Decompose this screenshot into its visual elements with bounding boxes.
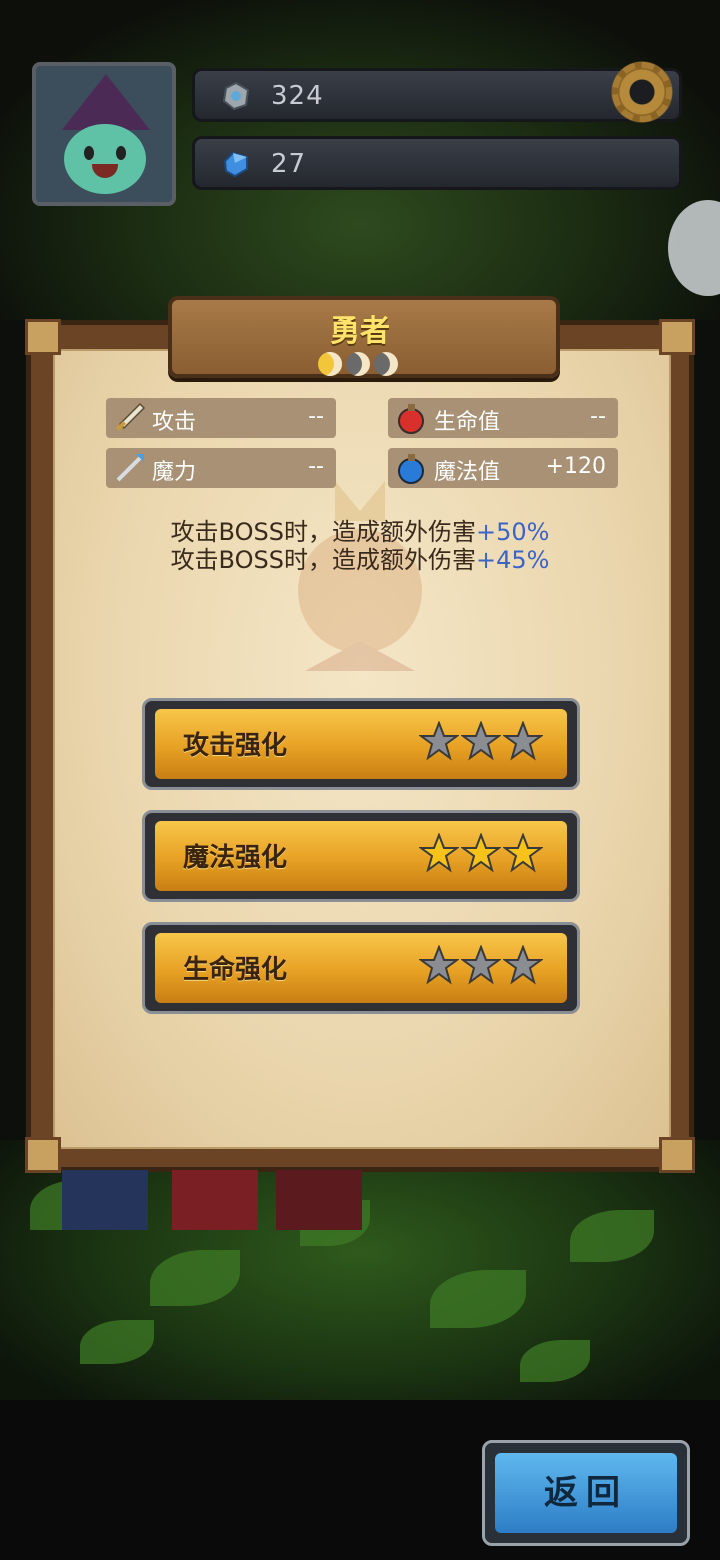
upgrade-label: 魔法强化	[183, 843, 288, 873]
blue-potion-icon	[398, 454, 424, 484]
effect-text: 攻击BOSS时，造成额外伤害	[170, 546, 476, 574]
upgrade-label: 生命强化	[183, 955, 288, 985]
stone-resource-bar: 324	[192, 68, 682, 122]
back-button[interactable]: 返回	[482, 1440, 690, 1546]
panel-corner	[659, 1137, 695, 1173]
star-empty-icon	[503, 721, 543, 761]
sword-icon	[116, 402, 146, 431]
player-avatar[interactable]	[32, 62, 176, 206]
upgrade-label: 攻击强化	[183, 731, 288, 761]
red-potion-icon	[398, 404, 424, 434]
stone-icon	[222, 81, 250, 111]
tab-banner[interactable]	[62, 1170, 148, 1230]
tab-banner[interactable]	[276, 1170, 362, 1230]
stat-attack-value: --	[308, 404, 324, 429]
star-empty-icon	[419, 721, 459, 761]
star-filled-icon	[461, 833, 501, 873]
back-button-label: 返回	[544, 1473, 628, 1513]
star-filled-icon	[503, 833, 543, 873]
stat-hp-label: 生命值	[434, 410, 501, 435]
hero-title: 勇者	[330, 314, 390, 349]
dragon-crest-emblem-icon	[298, 481, 422, 671]
upgrade-stars	[417, 721, 543, 765]
panel-corner	[659, 319, 695, 355]
star-empty-icon	[461, 721, 501, 761]
stat-attack: 攻击 --	[106, 398, 336, 438]
star-empty-icon	[503, 945, 543, 985]
stat-mp-label: 魔法值	[434, 460, 501, 485]
stat-hp: 生命值 --	[388, 398, 618, 438]
star-empty-icon	[461, 945, 501, 985]
attack-upgrade-button[interactable]: 攻击强化	[142, 698, 580, 790]
stat-magic-power-value: --	[308, 454, 324, 479]
slime-face-icon	[64, 124, 146, 194]
hp-upgrade-button[interactable]: 生命强化	[142, 922, 580, 1014]
effect-value: +45%	[475, 546, 550, 574]
stone-count: 324	[271, 81, 324, 111]
gem-count: 27	[271, 149, 307, 179]
panel-corner	[25, 1137, 61, 1173]
stat-magic-power: 魔力 --	[106, 448, 336, 488]
upgrade-stars	[417, 945, 543, 989]
panel-corner	[25, 319, 61, 355]
settings-gear-icon[interactable]	[610, 60, 674, 124]
stat-magic-power-label: 魔力	[152, 460, 197, 485]
moon-icon	[318, 352, 342, 376]
staff-icon	[116, 454, 144, 482]
moon-icon	[374, 352, 398, 376]
wizard-hat-icon	[62, 74, 150, 130]
stat-mp: 魔法值 +120	[388, 448, 618, 488]
rank-moons	[316, 352, 406, 382]
star-filled-icon	[419, 833, 459, 873]
effect-line: 攻击BOSS时，造成额外伤害+45%	[60, 540, 660, 575]
tab-banner[interactable]	[172, 1170, 258, 1230]
gem-resource-bar: 27	[192, 136, 682, 190]
stat-hp-value: --	[590, 404, 606, 429]
magic-upgrade-button[interactable]: 魔法强化	[142, 810, 580, 902]
stat-attack-label: 攻击	[152, 410, 197, 435]
star-empty-icon	[419, 945, 459, 985]
stat-mp-value: +120	[545, 454, 606, 479]
upgrade-stars	[417, 833, 543, 877]
blue-gem-icon	[223, 151, 248, 178]
moon-icon	[346, 352, 370, 376]
